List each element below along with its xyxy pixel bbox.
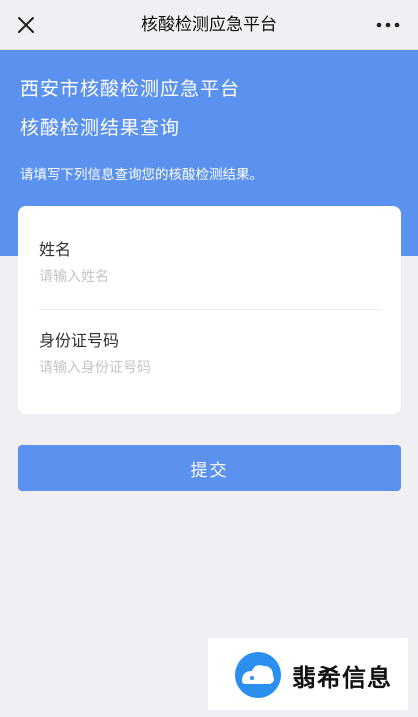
id-number-label: 身份证号码 [39,331,120,350]
name-label: 姓名 [39,240,72,259]
watermark-logo: 翡希信息 [208,638,408,710]
query-form-card: 姓名 身份证号码 [18,206,401,414]
field-divider [39,309,381,310]
close-icon[interactable] [12,11,40,39]
submit-button[interactable]: 提交 [18,445,401,491]
id-number-input[interactable] [39,356,379,380]
nav-title: 核酸检测应急平台 [141,15,277,35]
platform-title: 西安市核酸检测应急平台 [20,78,241,100]
instruction-text: 请填写下列信息查询您的核酸检测结果。 [20,167,263,183]
cloud-logo-icon [235,652,281,698]
watermark-text: 翡希信息 [292,664,392,692]
page-title: 核酸检测结果查询 [20,117,181,139]
top-nav-bar: 核酸检测应急平台 [0,0,418,50]
more-dots-icon[interactable] [374,16,402,34]
name-input[interactable] [39,265,379,289]
